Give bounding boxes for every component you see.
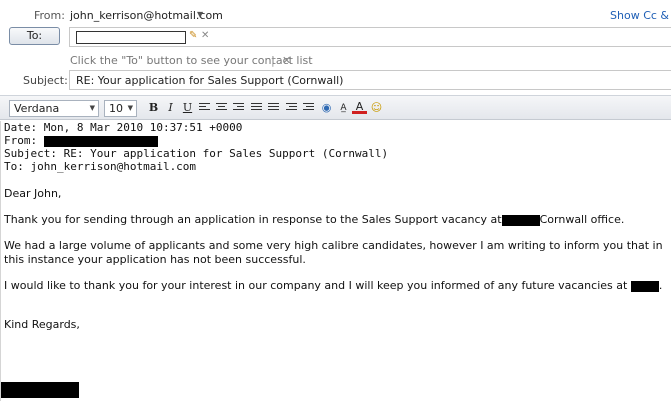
- font-family-value: Verdana: [14, 102, 60, 115]
- formatting-toolbar: Verdana ▼ 10 ▼ B I U ◉ A̲ A ☺: [0, 95, 671, 120]
- from-line-label: From:: [4, 134, 38, 147]
- close-icon[interactable]: ✕: [201, 30, 209, 41]
- to-button[interactable]: To:: [9, 27, 60, 45]
- chevron-down-icon: ▼: [89, 104, 95, 112]
- bold-button[interactable]: B: [146, 100, 161, 116]
- spellcheck-icon[interactable]: A̲: [336, 100, 351, 116]
- increase-indent-icon[interactable]: [303, 103, 314, 113]
- decrease-indent-icon[interactable]: [286, 103, 297, 113]
- redacted-signature: [1, 382, 79, 398]
- closing: Kind Regards,: [4, 318, 80, 331]
- redacted-sender: [43, 135, 158, 147]
- message-body[interactable]: Date: Mon, 8 Mar 2010 10:37:51 +0000 Fro…: [0, 121, 671, 401]
- paragraph-3-end: .: [658, 279, 663, 292]
- compose-header: From: john_kerrison@hotmail.com ▼ Show C…: [0, 0, 671, 94]
- greeting: Dear John,: [4, 187, 62, 200]
- quoted-headers: Date: Mon, 8 Mar 2010 10:37:51 +0000 Fro…: [4, 121, 388, 173]
- hint-separator: |: [271, 54, 275, 67]
- recipient-input[interactable]: [76, 31, 186, 44]
- from-label: From:: [34, 9, 65, 22]
- pencil-icon[interactable]: ✎: [189, 30, 197, 41]
- italic-button[interactable]: I: [163, 100, 178, 116]
- paragraph-3: I would like to thank you for your inter…: [4, 279, 662, 293]
- show-cc-link[interactable]: Show Cc &: [610, 9, 669, 22]
- bulleted-list-icon[interactable]: [268, 103, 279, 113]
- numbered-list-icon[interactable]: [251, 103, 262, 113]
- font-size-value: 10: [109, 102, 123, 115]
- paragraph-1-end: Cornwall office.: [539, 213, 625, 226]
- insert-link-icon[interactable]: ◉: [319, 100, 334, 116]
- font-family-select[interactable]: Verdana ▼: [9, 100, 99, 117]
- paragraph-2: We had a large volume of applicants and …: [4, 239, 663, 266]
- subject-line: Subject: RE: Your application for Sales …: [4, 147, 389, 160]
- underline-button[interactable]: U: [180, 100, 195, 116]
- align-center-icon[interactable]: [216, 103, 227, 113]
- paragraph-1-start: Thank you for sending through an applica…: [4, 213, 502, 226]
- contact-list-hint: Click the "To" button to see your contac…: [70, 54, 313, 67]
- font-size-select[interactable]: 10 ▼: [104, 100, 137, 117]
- emoticon-icon[interactable]: ☺: [369, 100, 384, 116]
- date-line: Date: Mon, 8 Mar 2010 10:37:51 +0000: [4, 121, 243, 134]
- chevron-down-icon[interactable]: ▼: [197, 10, 203, 19]
- paragraph-1: Thank you for sending through an applica…: [4, 213, 624, 227]
- align-left-icon[interactable]: [199, 103, 210, 113]
- font-color-icon[interactable]: A: [352, 100, 367, 114]
- to-line: To: john_kerrison@hotmail.com: [4, 160, 197, 173]
- subject-label: Subject:: [23, 74, 68, 87]
- subject-value[interactable]: RE: Your application for Sales Support (…: [76, 74, 343, 87]
- redacted-company: [630, 280, 659, 292]
- chevron-down-icon: ▼: [127, 104, 133, 112]
- redacted-company: [501, 214, 540, 226]
- dismiss-hint-icon[interactable]: ✕: [282, 54, 291, 67]
- from-line: From:: [4, 134, 388, 147]
- paragraph-3-start: I would like to thank you for your inter…: [4, 279, 628, 292]
- align-right-icon[interactable]: [233, 103, 244, 113]
